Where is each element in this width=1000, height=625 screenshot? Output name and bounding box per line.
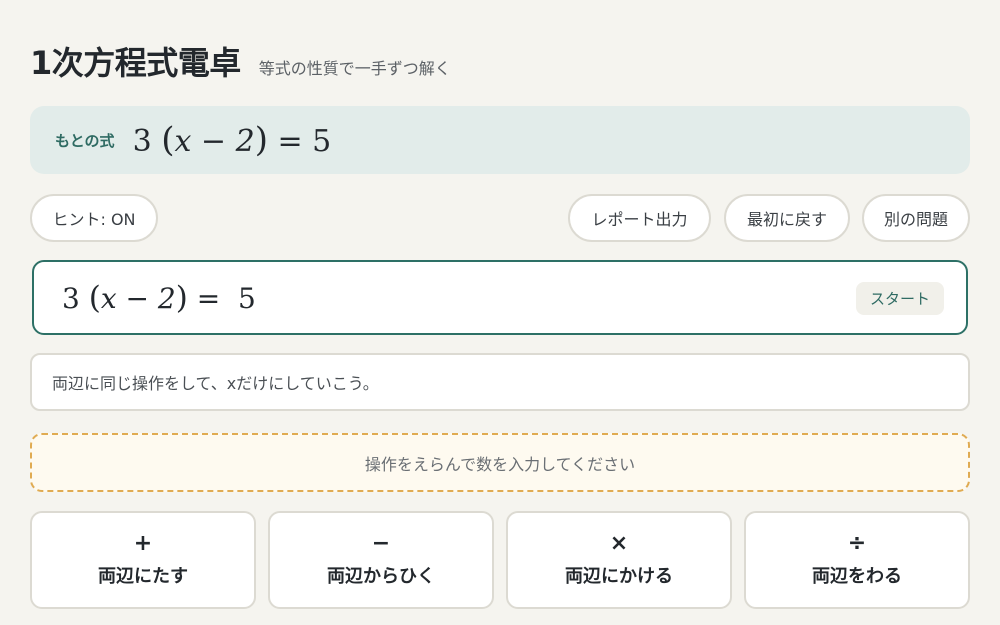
new-problem-button[interactable]: 別の問題	[862, 194, 970, 242]
subtract-both-sides-button[interactable]: − 両辺からひく	[268, 511, 494, 609]
current-rhs: = 5	[187, 281, 256, 315]
current-coefficient: 3	[62, 281, 80, 315]
divide-icon: ÷	[847, 531, 867, 556]
original-coefficient: 3	[132, 124, 152, 159]
reset-button[interactable]: 最初に戻す	[724, 194, 850, 242]
hint-toggle-button[interactable]: ヒント: ON	[30, 194, 158, 242]
current-close-paren: )	[175, 279, 188, 316]
original-inner-expression: x − 2	[174, 124, 255, 159]
hint-message: 両辺に同じ操作をして、xだけにしていこう。	[30, 353, 970, 411]
multiply-icon: ×	[609, 531, 629, 556]
plus-icon: +	[133, 531, 153, 556]
step-badge: スタート	[856, 282, 944, 315]
divide-both-sides-label: 両辺をわる	[812, 566, 902, 587]
current-open-paren: (	[88, 279, 101, 316]
current-inner-expression: x − 2	[100, 281, 176, 315]
original-close-paren: )	[254, 120, 268, 160]
report-export-button[interactable]: レポート出力	[568, 194, 711, 242]
subtract-both-sides-label: 両辺からひく	[327, 566, 435, 587]
current-equation-panel: 3 (x − 2) = 5 スタート	[32, 260, 968, 335]
original-open-paren: (	[161, 120, 175, 160]
page-title: 1次方程式電卓	[30, 44, 241, 82]
original-rhs: = 5	[277, 124, 332, 159]
add-both-sides-button[interactable]: + 両辺にたす	[30, 511, 256, 609]
header: 1次方程式電卓 等式の性質で一手ずつ解く	[30, 38, 451, 82]
multiply-both-sides-button[interactable]: × 両辺にかける	[506, 511, 732, 609]
divide-both-sides-button[interactable]: ÷ 両辺をわる	[744, 511, 970, 609]
add-both-sides-label: 両辺にたす	[98, 566, 188, 587]
page-subtitle: 等式の性質で一手ずつ解く	[258, 59, 451, 78]
operation-prompt: 操作をえらんで数を入力してください	[30, 433, 970, 492]
original-equation-label: もとの式	[55, 131, 115, 150]
multiply-both-sides-label: 両辺にかける	[565, 566, 673, 587]
current-equation: 3 (x − 2) = 5	[62, 280, 256, 316]
original-equation-panel: もとの式 3 (x − 2) = 5	[30, 106, 970, 174]
original-equation: 3 (x − 2) = 5	[133, 120, 332, 160]
minus-icon: −	[371, 531, 391, 556]
